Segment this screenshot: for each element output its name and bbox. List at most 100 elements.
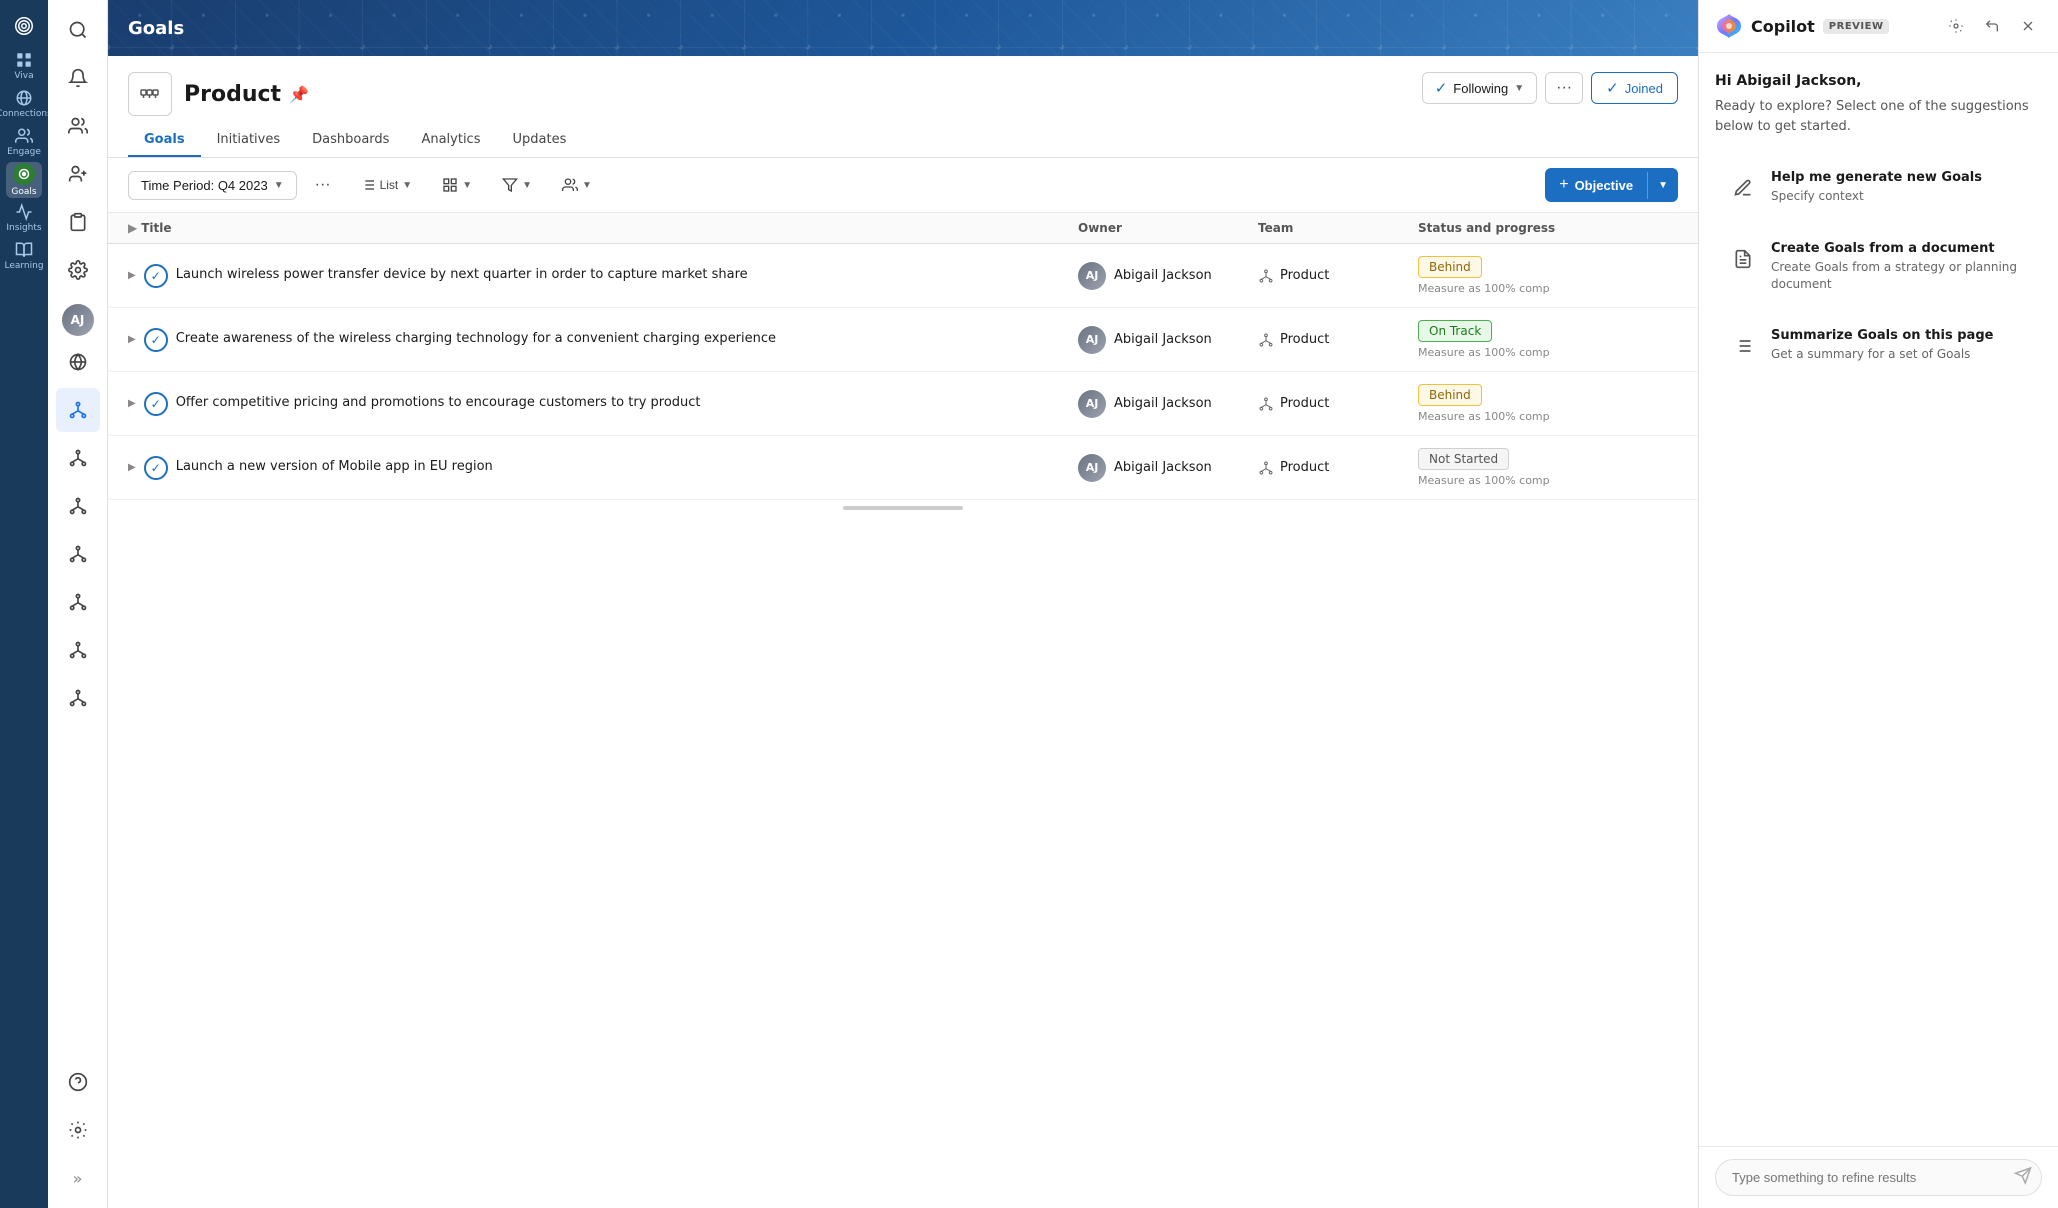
- copilot-preview-badge: PREVIEW: [1823, 19, 1890, 34]
- goal-title-text-1[interactable]: Launch wireless power transfer device by…: [176, 266, 748, 284]
- joined-button[interactable]: ✓ Joined: [1591, 72, 1678, 104]
- copilot-undo-icon[interactable]: [1978, 12, 2006, 40]
- copilot-close-icon[interactable]: [2014, 12, 2042, 40]
- view-list-label: List: [380, 178, 399, 192]
- copilot-header: Copilot PREVIEW: [1699, 0, 2058, 53]
- more-options-button[interactable]: ···: [1545, 72, 1583, 104]
- view-filter-button[interactable]: ▼: [491, 170, 543, 200]
- suggestion-from-doc-icon: [1727, 243, 1759, 275]
- suggestion-generate-title: Help me generate new Goals: [1771, 170, 1982, 185]
- goal-check-icon-4: [144, 456, 168, 480]
- add-objective-main[interactable]: + Objective: [1545, 168, 1647, 202]
- goal-check-icon-3: [144, 392, 168, 416]
- view-grid-button[interactable]: ▼: [431, 170, 483, 200]
- copilot-input[interactable]: [1715, 1159, 2042, 1196]
- far-nav-connections[interactable]: Connections: [6, 86, 42, 122]
- far-nav-viva[interactable]: Viva: [6, 48, 42, 84]
- owner-name-1: Abigail Jackson: [1114, 268, 1212, 283]
- following-button-label: Following: [1453, 81, 1508, 96]
- scroll-bar[interactable]: [843, 506, 963, 510]
- team-cell-2: Product: [1258, 332, 1418, 348]
- sidebar-hierarchy-4[interactable]: [56, 580, 100, 624]
- goal-check-icon-1: [144, 264, 168, 288]
- toolbar: Time Period: Q4 2023 ▼ ··· List ▼ ▼ ▼: [108, 158, 1698, 213]
- far-nav-learning[interactable]: Learning: [6, 238, 42, 274]
- team-cell-1: Product: [1258, 268, 1418, 284]
- toolbar-more-button[interactable]: ···: [305, 170, 341, 200]
- sidebar-search[interactable]: [56, 8, 100, 52]
- time-period-button[interactable]: Time Period: Q4 2023 ▼: [128, 171, 297, 200]
- view-grid-chevron-icon: ▼: [462, 180, 472, 191]
- sidebar-settings[interactable]: [56, 248, 100, 292]
- suggestion-summarize[interactable]: Summarize Goals on this page Get a summa…: [1715, 314, 2042, 377]
- copilot-send-button[interactable]: [2014, 1166, 2032, 1189]
- page-tabs: Goals Initiatives Dashboards Analytics U…: [128, 124, 1678, 157]
- copilot-title-text: Copilot: [1751, 17, 1815, 36]
- view-group-button[interactable]: ▼: [551, 170, 603, 200]
- sidebar-hierarchy-1[interactable]: [56, 436, 100, 480]
- goal-title-text-3[interactable]: Offer competitive pricing and promotions…: [176, 394, 701, 412]
- view-list-chevron-icon: ▼: [402, 180, 412, 191]
- owner-avatar-2: AJ: [1078, 326, 1106, 354]
- sidebar-person-add[interactable]: [56, 152, 100, 196]
- copilot-greeting: Hi Abigail Jackson,: [1715, 73, 2042, 89]
- sidebar-settings-bottom[interactable]: [56, 1108, 100, 1152]
- row-expand-icon-3[interactable]: ▶: [128, 398, 136, 409]
- tab-updates[interactable]: Updates: [496, 124, 582, 157]
- suggestion-generate[interactable]: Help me generate new Goals Specify conte…: [1715, 156, 2042, 219]
- row-expand-icon-4[interactable]: ▶: [128, 462, 136, 473]
- team-cell-3: Product: [1258, 396, 1418, 412]
- sidebar-hierarchy-5[interactable]: [56, 628, 100, 672]
- team-icon-3: [1258, 396, 1274, 412]
- goal-title-text-4[interactable]: Launch a new version of Mobile app in EU…: [176, 458, 493, 476]
- sidebar-help[interactable]: [56, 1060, 100, 1104]
- copilot-settings-icon[interactable]: [1942, 12, 1970, 40]
- tab-initiatives[interactable]: Initiatives: [201, 124, 297, 157]
- sidebar-hierarchy-3[interactable]: [56, 532, 100, 576]
- sidebar-hierarchy-6[interactable]: [56, 676, 100, 720]
- goal-title-text-2[interactable]: Create awareness of the wireless chargin…: [176, 330, 776, 348]
- team-icon-1: [1258, 268, 1274, 284]
- suggestion-from-doc-content: Create Goals from a document Create Goal…: [1771, 241, 2030, 293]
- suggestion-from-doc-title: Create Goals from a document: [1771, 241, 2030, 256]
- suggestion-from-doc[interactable]: Create Goals from a document Create Goal…: [1715, 227, 2042, 307]
- scroll-indicator: [108, 500, 1698, 516]
- sidebar-user-avatar[interactable]: AJ: [62, 304, 94, 336]
- table-row: ▶ Launch wireless power transfer device …: [108, 244, 1698, 308]
- add-objective-button[interactable]: + Objective ▼: [1545, 168, 1678, 202]
- row-expand-icon-2[interactable]: ▶: [128, 334, 136, 345]
- far-nav-insights[interactable]: Insights: [6, 200, 42, 236]
- status-badge-1: Behind: [1418, 256, 1482, 278]
- team-cell-4: Product: [1258, 460, 1418, 476]
- suggestion-summarize-content: Summarize Goals on this page Get a summa…: [1771, 328, 1993, 363]
- far-nav-engage[interactable]: Engage: [6, 124, 42, 160]
- copilot-footer: [1699, 1146, 2058, 1208]
- row-expand-icon-1[interactable]: ▶: [128, 270, 136, 281]
- status-cell-2: On Track Measure as 100% comp: [1418, 320, 1678, 359]
- expand-all-icon[interactable]: ▶: [128, 221, 137, 235]
- sidebar-notifications[interactable]: [56, 56, 100, 100]
- table-row: ▶ Create awareness of the wireless charg…: [108, 308, 1698, 372]
- page-title: Product 📌: [184, 82, 309, 107]
- tab-analytics[interactable]: Analytics: [405, 124, 496, 157]
- add-objective-dropdown[interactable]: ▼: [1647, 172, 1678, 199]
- sidebar-hierarchy-active[interactable]: [56, 388, 100, 432]
- suggestion-summarize-icon: [1727, 330, 1759, 362]
- goal-title-cell-4: ▶ Launch a new version of Mobile app in …: [128, 444, 1078, 492]
- tab-goals[interactable]: Goals: [128, 124, 201, 157]
- far-left-navigation: Viva Connections Engage Goals Insights: [0, 0, 48, 1208]
- status-cell-1: Behind Measure as 100% comp: [1418, 256, 1678, 295]
- sidebar-people[interactable]: [56, 104, 100, 148]
- far-nav-goals[interactable]: Goals: [6, 162, 42, 198]
- sidebar-clipboard[interactable]: [56, 200, 100, 244]
- tab-dashboards[interactable]: Dashboards: [296, 124, 405, 157]
- col-header-team: Team: [1258, 221, 1418, 235]
- view-list-button[interactable]: List ▼: [349, 170, 424, 200]
- nav-item-goals-title[interactable]: [6, 8, 42, 44]
- sidebar-globe[interactable]: [56, 340, 100, 384]
- sidebar-expand[interactable]: »: [56, 1156, 100, 1200]
- following-button[interactable]: ✓ Following ▼: [1422, 72, 1537, 104]
- sidebar-hierarchy-2[interactable]: [56, 484, 100, 528]
- send-icon: [2014, 1166, 2032, 1184]
- owner-cell-3: AJ Abigail Jackson: [1078, 390, 1258, 418]
